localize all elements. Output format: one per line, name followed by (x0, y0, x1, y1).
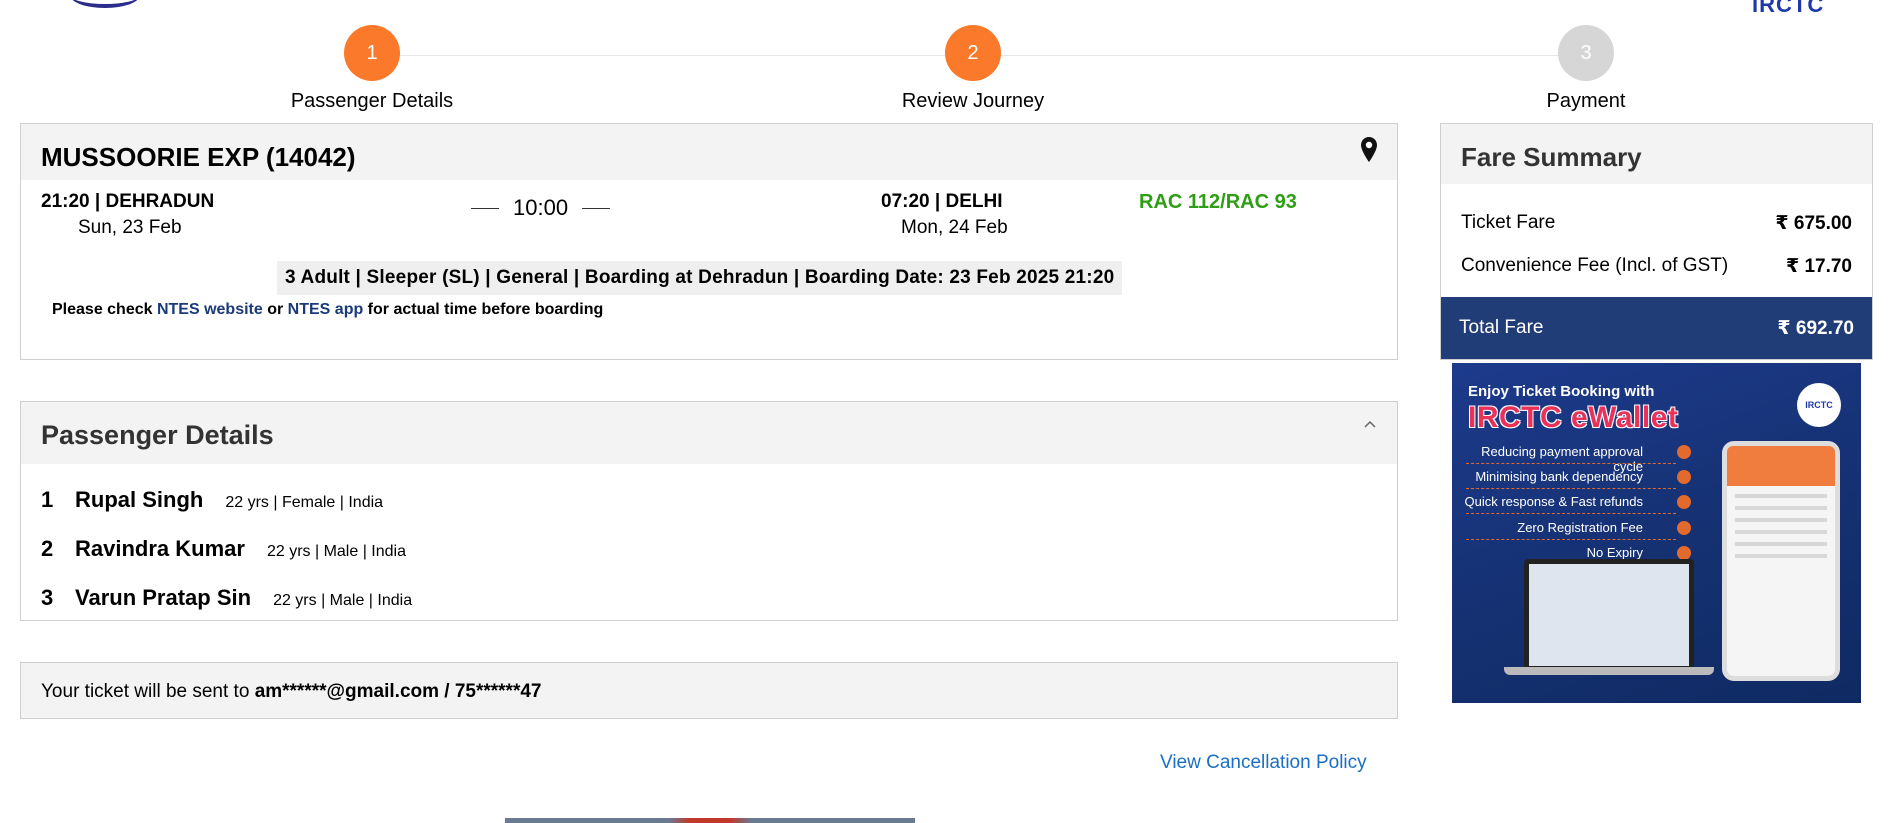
chevron-up-icon[interactable] (1363, 418, 1377, 432)
journey-summary: 3 Adult | Sleeper (SL) | General | Board… (277, 261, 1123, 295)
phone-illustration (1722, 441, 1840, 681)
ad-feature: Zero Registration Fee (1517, 520, 1643, 535)
fare-row-label: Ticket Fare (1461, 212, 1556, 233)
ticket-delivery-prefix: Your ticket will be sent to (41, 681, 255, 702)
departure-date: Sun, 23 Feb (78, 217, 182, 238)
step-payment: 3 Payment (1476, 25, 1696, 113)
phone-header-illustration (1727, 446, 1835, 486)
ntes-suffix: for actual time before boarding (363, 301, 604, 318)
view-cancellation-policy-link[interactable]: View Cancellation Policy (1160, 752, 1367, 774)
fare-summary-card: Fare Summary Ticket Fare ₹ 675.00 Conven… (1440, 123, 1873, 360)
laptop-base-illustration (1504, 667, 1714, 675)
ticket-delivery-notice: Your ticket will be sent to am******@gma… (20, 662, 1398, 719)
ad-feature: No Expiry (1586, 545, 1643, 560)
duration-dash-right (582, 207, 611, 209)
step-1-indicator: 1 (344, 25, 400, 81)
passenger-row: 1 Rupal Singh 22 yrs | Female | India (41, 487, 383, 513)
ntes-notice: Please check NTES website or NTES app fo… (52, 301, 603, 319)
feature-bullet-icon (1677, 495, 1691, 509)
step-3-label: Payment (1546, 90, 1626, 112)
step-passenger-details: 1 Passenger Details (262, 25, 482, 113)
total-fare-amount: ₹ 692.70 (1777, 317, 1854, 339)
departure-time: 21:20 | DEHRADUN (41, 191, 215, 212)
train-name: MUSSOORIE EXP (14042) (41, 142, 356, 172)
irctc-logo-left (70, 0, 140, 8)
bottom-banner-fragment (505, 818, 915, 823)
total-fare-label: Total Fare (1459, 317, 1544, 338)
phone-menu-line (1735, 506, 1827, 510)
journey-duration: 10:00 (471, 195, 611, 221)
fare-summary-title: Fare Summary (1461, 142, 1642, 172)
passenger-details-header[interactable]: Passenger Details (21, 402, 1397, 464)
fare-row-amount: ₹ 675.00 (1775, 213, 1852, 234)
ad-brand-text: IRCTC eWallet (1468, 401, 1679, 434)
passenger-name: Varun Pratap Sin (75, 585, 252, 610)
fare-row-convenience: Convenience Fee (Incl. of GST) ₹ 17.70 (1461, 255, 1852, 278)
ad-divider (1466, 513, 1676, 514)
phone-menu-line (1735, 518, 1827, 522)
ntes-website-link[interactable]: NTES website (157, 301, 263, 318)
total-fare-bar: Total Fare ₹ 692.70 (1441, 297, 1872, 359)
ad-feature: Quick response & Fast refunds (1464, 494, 1643, 509)
ntes-app-link[interactable]: NTES app (288, 301, 364, 318)
step-2-label: Review Journey (901, 90, 1045, 112)
ad-feature: Minimising bank dependency (1475, 469, 1643, 484)
passenger-details-title: Passenger Details (41, 420, 274, 450)
ntes-prefix: Please check (52, 301, 157, 318)
irctc-logo-right: IRCTC (1752, 0, 1825, 17)
arrival-date: Mon, 24 Feb (901, 217, 1008, 238)
passenger-row: 3 Varun Pratap Sin 22 yrs | Male | India (41, 585, 412, 611)
ntes-middle: or (262, 301, 288, 318)
phone-menu-line (1735, 530, 1827, 534)
feature-bullet-icon (1677, 521, 1691, 535)
fare-row-ticket: Ticket Fare ₹ 675.00 (1461, 212, 1852, 235)
passenger-name: Rupal Singh (75, 487, 204, 512)
feature-bullet-icon (1677, 470, 1691, 484)
train-details-card: MUSSOORIE EXP (14042) 21:20 | DEHRADUN S… (20, 123, 1398, 360)
irctc-ad-logo: IRCTC (1797, 383, 1841, 427)
duration-dash-left (471, 207, 499, 209)
train-card-header: MUSSOORIE EXP (14042) (21, 124, 1397, 180)
fare-summary-header: Fare Summary (1441, 124, 1872, 184)
booking-status: RAC 112/RAC 93 (1139, 191, 1297, 213)
irctc-ewallet-ad[interactable]: Enjoy Ticket Booking with IRCTC eWallet … (1452, 363, 1861, 703)
ad-divider (1466, 488, 1676, 489)
passenger-meta: 22 yrs | Male | India (266, 543, 406, 560)
passenger-row: 2 Ravindra Kumar 22 yrs | Male | India (41, 536, 406, 562)
passenger-details-card: Passenger Details 1 Rupal Singh 22 yrs |… (20, 401, 1398, 621)
laptop-illustration (1524, 559, 1694, 671)
phone-menu-line (1735, 494, 1827, 498)
ticket-delivery-contact: am******@gmail.com / 75******47 (254, 681, 542, 702)
arrival-time: 07:20 | DELHI (881, 191, 1003, 212)
step-2-indicator: 2 (945, 25, 1001, 81)
fare-row-label: Convenience Fee (Incl. of GST) (1461, 255, 1729, 276)
location-pin-icon[interactable] (1359, 136, 1379, 164)
passenger-name: Ravindra Kumar (75, 536, 245, 561)
passenger-meta: 22 yrs | Female | India (225, 494, 384, 511)
step-3-indicator: 3 (1558, 25, 1614, 81)
passenger-number: 1 (41, 487, 54, 512)
phone-menu-line (1735, 554, 1827, 558)
step-1-label: Passenger Details (290, 90, 454, 112)
ad-divider (1466, 539, 1676, 540)
duration-value: 10:00 (513, 195, 569, 220)
passenger-number: 2 (41, 536, 54, 561)
passenger-meta: 22 yrs | Male | India (273, 592, 413, 609)
phone-menu-line (1735, 542, 1827, 546)
ad-divider (1466, 463, 1676, 464)
passenger-number: 3 (41, 585, 54, 610)
step-review-journey: 2 Review Journey (863, 25, 1083, 113)
feature-bullet-icon (1677, 546, 1691, 560)
feature-bullet-icon (1677, 445, 1691, 459)
ad-headline: Enjoy Ticket Booking with (1468, 383, 1655, 400)
fare-row-amount: ₹ 17.70 (1785, 256, 1852, 277)
